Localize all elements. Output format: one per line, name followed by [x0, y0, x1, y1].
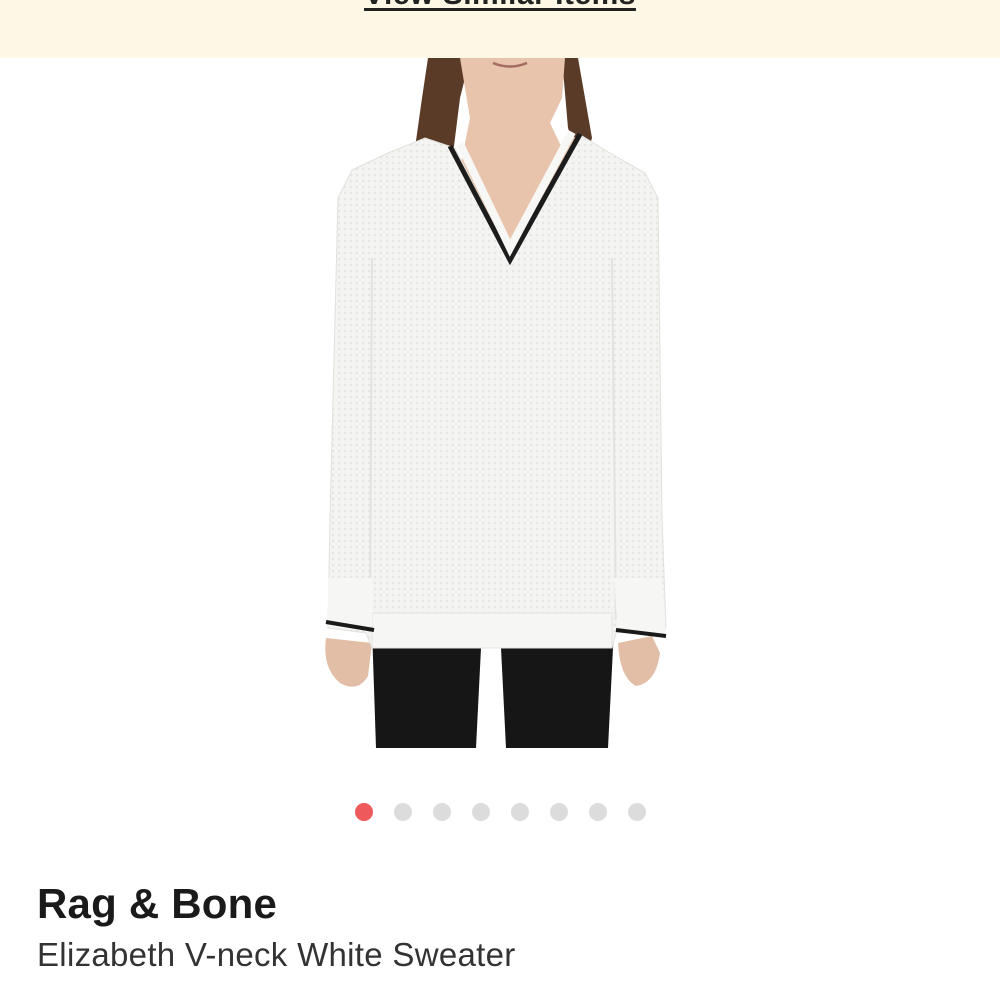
similar-items-banner: View Similar Items [0, 0, 1000, 58]
product-brand[interactable]: Rag & Bone [37, 880, 277, 928]
carousel-dot-7[interactable] [588, 803, 607, 821]
carousel-dot-2[interactable] [393, 803, 412, 821]
product-title: Elizabeth V-neck White Sweater [37, 936, 516, 973]
product-photo[interactable] [300, 58, 700, 748]
view-similar-items-link[interactable]: View Similar Items [0, 0, 1000, 12]
carousel-dot-5[interactable] [510, 803, 529, 821]
carousel-dot-4[interactable] [471, 803, 490, 821]
carousel-pagination [0, 803, 1000, 821]
carousel-dot-6[interactable] [549, 803, 568, 821]
product-image-carousel[interactable] [0, 58, 1000, 758]
carousel-dot-8[interactable] [627, 803, 646, 821]
carousel-dot-1[interactable] [354, 803, 373, 821]
carousel-dot-3[interactable] [432, 803, 451, 821]
